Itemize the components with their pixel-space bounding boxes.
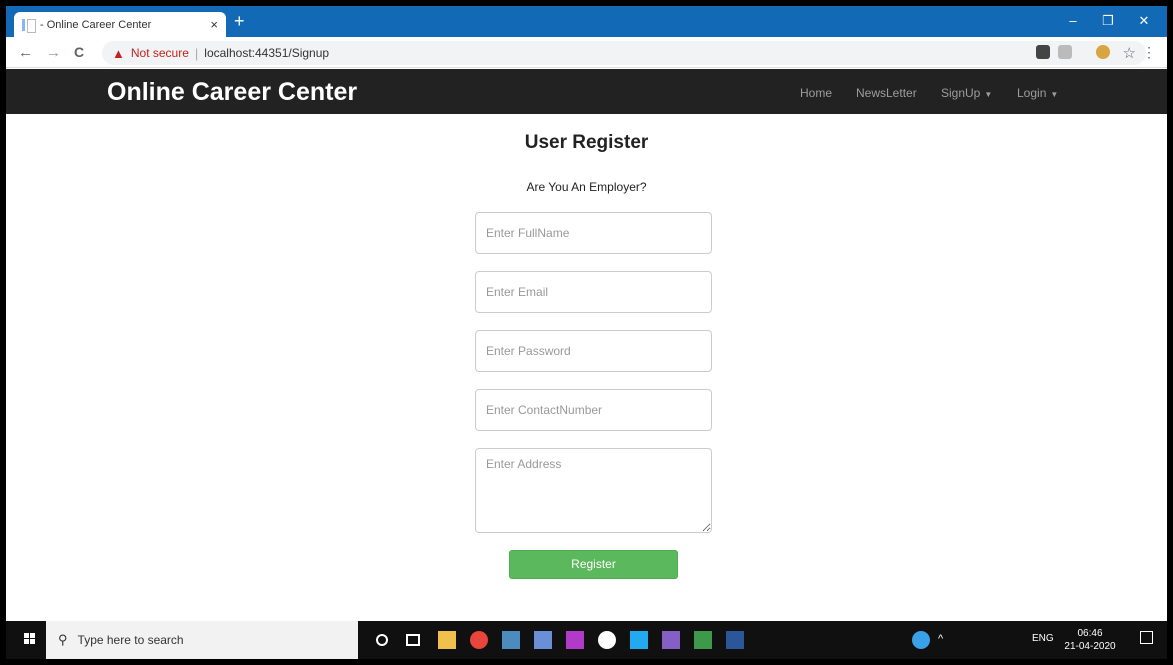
- word-app-icon[interactable]: [726, 631, 744, 649]
- reload-icon[interactable]: C: [74, 44, 84, 60]
- chevron-down-icon: ▼: [1050, 90, 1059, 99]
- notification-icon[interactable]: [1140, 631, 1153, 644]
- vscode-icon[interactable]: [630, 631, 648, 649]
- app-tool-icon[interactable]: [502, 631, 520, 649]
- clock-time: 06:46: [1077, 628, 1103, 639]
- chevron-down-icon: ▼: [984, 90, 993, 99]
- address-textarea[interactable]: [475, 448, 712, 533]
- tray-chevron-icon[interactable]: ^: [938, 633, 943, 645]
- browser-tab[interactable]: - Online Career Center ×: [14, 12, 226, 37]
- clock-date: 21-04-2020: [1064, 641, 1116, 652]
- not-secure-label[interactable]: Not secure: [131, 46, 189, 60]
- forward-icon[interactable]: →: [46, 44, 61, 61]
- taskbar-search-box[interactable]: ⚲ Type here to search: [46, 621, 358, 659]
- search-icon: ⚲: [58, 632, 68, 647]
- nav-login-dropdown[interactable]: Login ▼: [1017, 86, 1058, 100]
- email-input[interactable]: [475, 271, 712, 313]
- form-title: User Register: [524, 132, 649, 153]
- bookmark-star-icon[interactable]: ☆: [1123, 44, 1136, 62]
- password-input[interactable]: [475, 330, 712, 372]
- restore-button[interactable]: ❐: [1098, 13, 1118, 29]
- help-icon[interactable]: [912, 631, 930, 649]
- minimize-button[interactable]: –: [1063, 13, 1083, 28]
- omnibox[interactable]: ▲ Not secure | localhost:44351/Signup ☆: [102, 41, 1146, 65]
- design-app-icon[interactable]: [566, 631, 584, 649]
- new-tab-button[interactable]: +: [234, 12, 245, 30]
- extension-pen-icon[interactable]: [1036, 45, 1050, 59]
- browser-titlebar: - Online Career Center × + – ❐ ✕: [6, 6, 1167, 37]
- task-view-icon[interactable]: [406, 634, 420, 646]
- contact-number-input[interactable]: [475, 389, 712, 431]
- file-explorer-icon[interactable]: [438, 631, 456, 649]
- site-navbar: Online Career Center Home NewsLetter Sig…: [6, 69, 1167, 114]
- warning-icon: ▲: [112, 45, 125, 61]
- chrome-icon[interactable]: [470, 631, 488, 649]
- windows-taskbar: ⚲ Type here to search ^ ENG 06:46 21-04-…: [6, 621, 1167, 659]
- site-brand[interactable]: Online Career Center: [107, 78, 357, 107]
- tab-title: - Online Career Center: [40, 18, 152, 31]
- emoji-app-icon[interactable]: [598, 631, 616, 649]
- tab-close-icon[interactable]: ×: [210, 17, 218, 32]
- fullname-input[interactable]: [475, 212, 712, 254]
- browser-window: - Online Career Center × + – ❐ ✕ ← → C ▲…: [6, 6, 1167, 659]
- address-bar: ← → C ▲ Not secure | localhost:44351/Sig…: [6, 37, 1167, 68]
- page-favicon-icon: [22, 18, 36, 33]
- nav-home[interactable]: Home: [800, 86, 832, 100]
- back-icon[interactable]: ←: [18, 44, 33, 61]
- visual-studio-icon[interactable]: [662, 631, 680, 649]
- browser-menu-icon[interactable]: ⋮: [1142, 44, 1156, 61]
- nav-signup-dropdown[interactable]: SignUp ▼: [941, 86, 992, 100]
- nodejs-icon[interactable]: [694, 631, 712, 649]
- nav-signup-label: SignUp: [941, 86, 981, 100]
- paint-icon[interactable]: [534, 631, 552, 649]
- close-window-button[interactable]: ✕: [1134, 13, 1154, 29]
- register-button[interactable]: Register: [509, 550, 678, 579]
- url-text[interactable]: localhost:44351/Signup: [204, 46, 329, 60]
- employer-link[interactable]: Are You An Employer?: [6, 180, 1167, 194]
- taskbar-clock[interactable]: 06:46 21-04-2020: [1060, 627, 1120, 653]
- input-language[interactable]: ENG: [1032, 633, 1054, 644]
- taskbar-search-placeholder: Type here to search: [77, 633, 184, 647]
- omnibox-separator: |: [194, 45, 199, 61]
- cortana-icon[interactable]: [376, 634, 388, 646]
- nav-newsletter[interactable]: NewsLetter: [856, 86, 917, 100]
- extension-cast-icon[interactable]: [1058, 45, 1072, 59]
- profile-avatar-icon[interactable]: [1096, 45, 1110, 59]
- nav-login-label: Login: [1017, 86, 1047, 100]
